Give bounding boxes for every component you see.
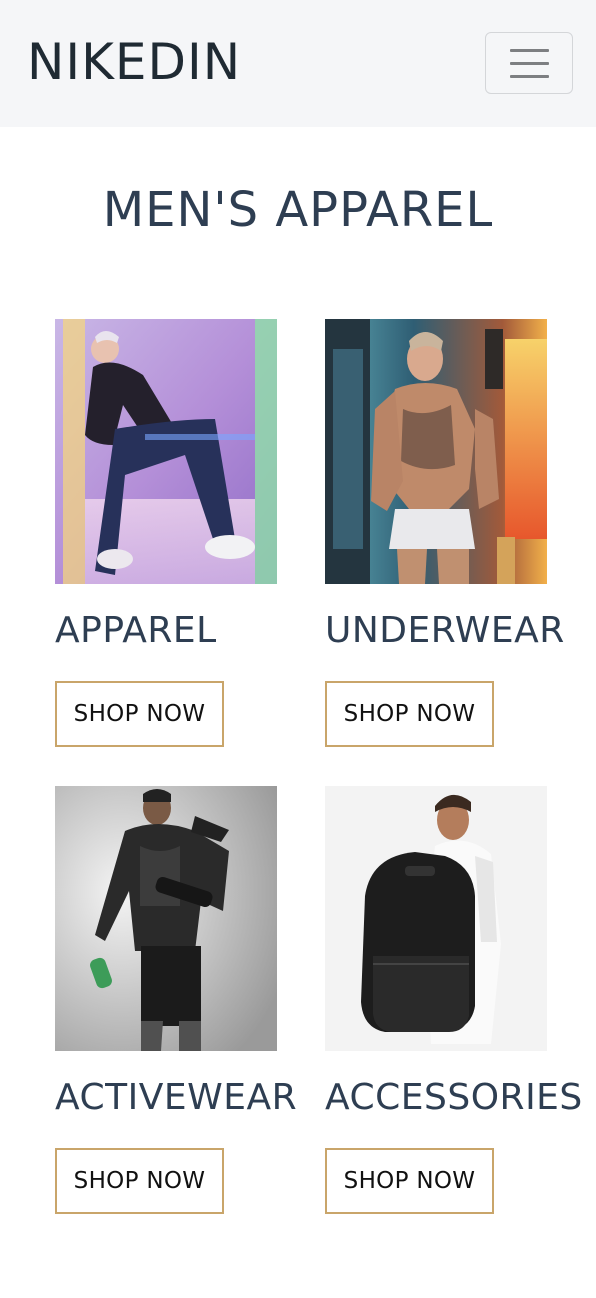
activewear-model-photo[interactable] [55, 786, 277, 1051]
page-title: MEN'S APPAREL [102, 182, 494, 238]
brand-logo[interactable]: NIKEDIN [27, 32, 241, 92]
shop-now-button-underwear[interactable]: SHOP NOW [325, 681, 494, 747]
shop-now-button-accessories[interactable]: SHOP NOW [325, 1148, 494, 1214]
category-label-apparel: APPAREL [55, 610, 217, 651]
category-label-activewear: ACTIVEWEAR [55, 1077, 298, 1118]
underwear-model-photo[interactable] [325, 319, 547, 584]
shop-now-button-activewear[interactable]: SHOP NOW [55, 1148, 224, 1214]
apparel-model-photo[interactable] [55, 319, 277, 584]
shop-now-button-apparel[interactable]: SHOP NOW [55, 681, 224, 747]
category-label-underwear: UNDERWEAR [325, 610, 565, 651]
accessories-backpack-photo[interactable] [325, 786, 547, 1051]
navbar: NIKEDIN [0, 0, 596, 127]
menu-toggle-button[interactable] [485, 32, 573, 94]
category-label-accessories: ACCESSORIES [325, 1077, 583, 1118]
